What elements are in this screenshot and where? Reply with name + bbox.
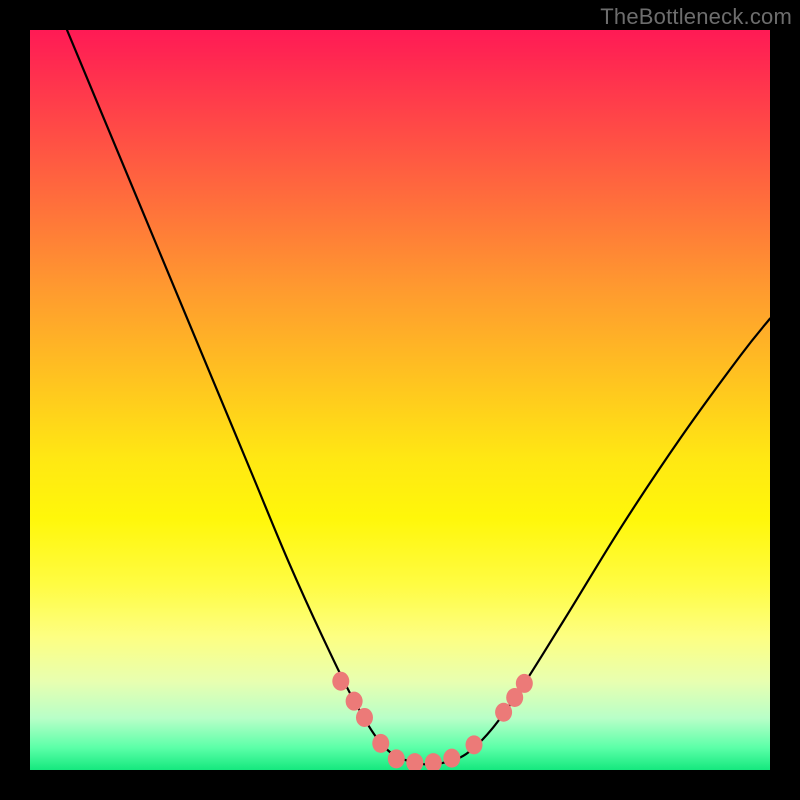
curve-marker xyxy=(443,749,460,768)
curve-marker xyxy=(356,708,373,727)
plot-area xyxy=(30,30,770,770)
curve-marker xyxy=(495,703,512,722)
curve-marker xyxy=(406,753,423,770)
curve-marker xyxy=(516,674,533,693)
curve-marker xyxy=(346,692,363,711)
bottleneck-curve xyxy=(30,30,770,770)
curve-marker xyxy=(372,734,389,753)
curve-marker xyxy=(425,753,442,770)
chart-frame: TheBottleneck.com xyxy=(0,0,800,800)
curve-marker xyxy=(332,672,349,691)
curve-marker xyxy=(388,749,405,768)
curve-marker xyxy=(466,735,483,754)
watermark-text: TheBottleneck.com xyxy=(600,4,792,30)
